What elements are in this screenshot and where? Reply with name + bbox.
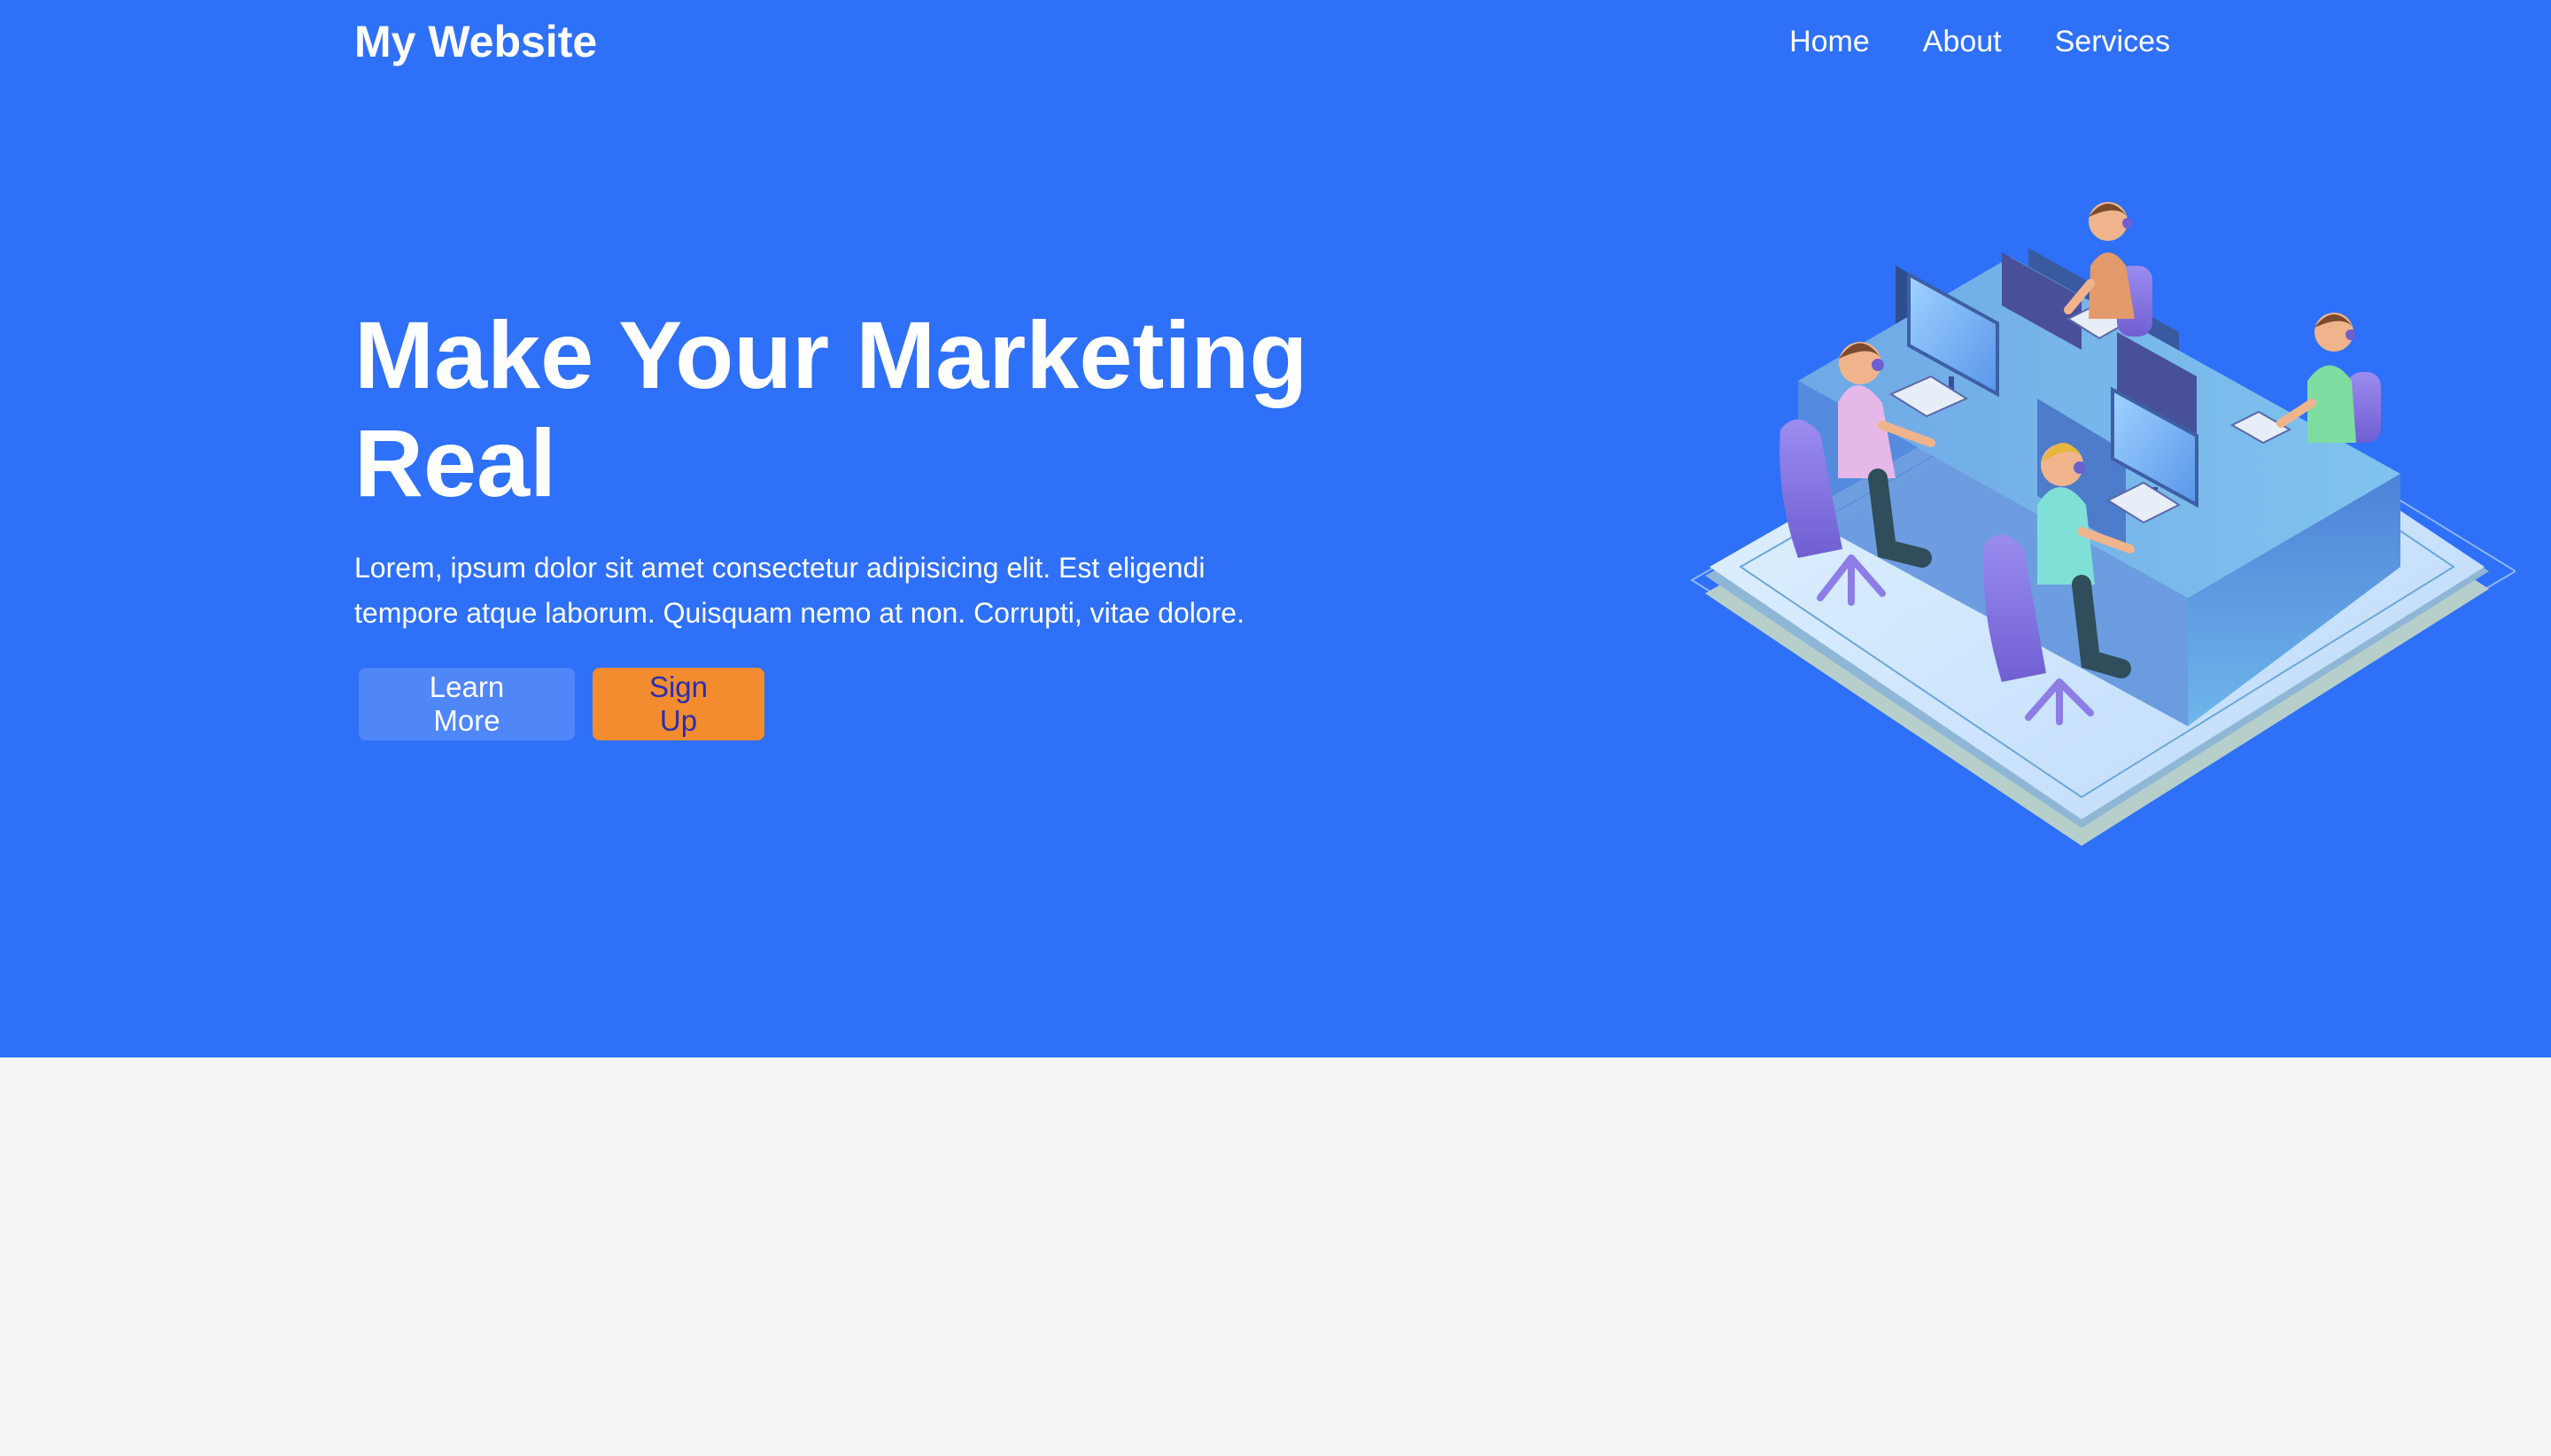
nav-links: Home About Services — [1789, 25, 2170, 59]
office-team-illustration — [1690, 202, 2516, 846]
hero-container: My Website Home About Services Make Your… — [354, 0, 2516, 1057]
sign-up-button[interactable]: Sign Up — [593, 668, 764, 740]
lower-section — [0, 1057, 2551, 1456]
nav-link-home[interactable]: Home — [1789, 25, 1870, 59]
nav-link-services[interactable]: Services — [2055, 25, 2170, 59]
site-logo[interactable]: My Website — [354, 16, 597, 67]
hero-section: My Website Home About Services Make Your… — [0, 0, 2551, 1057]
hero-description: Lorem, ipsum dolor sit amet consectetur … — [354, 552, 1244, 629]
nav-link-about[interactable]: About — [1923, 25, 2002, 59]
hero-title: Make Your Marketing Real — [354, 301, 1308, 516]
navbar: My Website Home About Services — [354, 0, 2170, 89]
learn-more-button[interactable]: Learn More — [359, 668, 575, 740]
hero-buttons: Learn More Sign Up — [359, 668, 764, 740]
